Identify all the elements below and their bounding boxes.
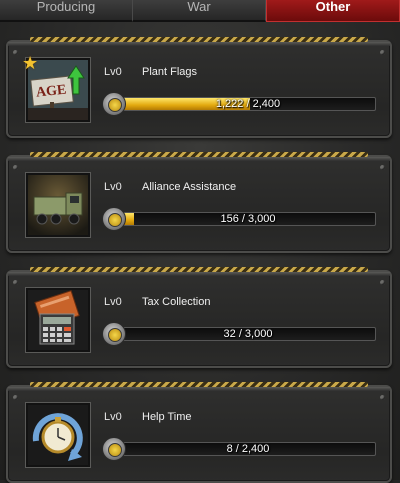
card-trim — [8, 157, 390, 161]
calculator-icon — [25, 287, 91, 353]
tab-war[interactable]: War — [133, 0, 266, 22]
task-card-alliance-assistance[interactable]: Lv0 Alliance Assistance 156 / 3,000 — [6, 152, 392, 253]
medal-icon — [102, 92, 126, 116]
rivet — [13, 50, 18, 55]
billboard-logo-text: AGE — [35, 83, 67, 101]
star-icon: ★ — [22, 53, 39, 73]
card-trim — [8, 272, 390, 276]
progress-text: 32 / 3,000 — [223, 328, 273, 340]
level-label: Lv0 — [104, 411, 122, 423]
medal-icon — [102, 207, 126, 231]
task-card-plant-flags[interactable]: ★ AGE Lv0 Plant Flags 1,222 / 2,400 — [6, 37, 392, 138]
rivet — [380, 280, 385, 285]
rivet — [13, 165, 18, 170]
card-trim — [8, 42, 390, 46]
medal-icon — [102, 437, 126, 461]
progress-bar: 8 / 2,400 — [120, 442, 376, 456]
level-label: Lv0 — [104, 296, 122, 308]
progress-bar: 32 / 3,000 — [120, 327, 376, 341]
task-title: Plant Flags — [142, 66, 198, 78]
rivet — [13, 280, 18, 285]
armored-truck-icon — [25, 172, 91, 238]
progress-text: 156 / 3,000 — [220, 213, 276, 225]
task-card-tax-collection[interactable]: Lv0 Tax Collection 32 / 3,000 — [6, 267, 392, 368]
medal-icon — [102, 322, 126, 346]
level-label: Lv0 — [104, 66, 122, 78]
tab-producing[interactable]: Producing — [0, 0, 133, 22]
rivet — [380, 50, 385, 55]
task-card-help-time[interactable]: Lv0 Help Time 8 / 2,400 — [6, 382, 392, 483]
tab-bar: Producing War Other — [0, 0, 400, 22]
level-label: Lv0 — [104, 181, 122, 193]
card-trim — [8, 387, 390, 391]
task-title: Help Time — [142, 411, 192, 423]
tab-other[interactable]: Other — [266, 0, 400, 22]
task-title: Alliance Assistance — [142, 181, 237, 193]
pocket-watch-icon — [25, 402, 91, 468]
progress-bar: 1,222 / 2,400 — [120, 97, 376, 111]
task-title: Tax Collection — [142, 296, 211, 308]
progress-text: 1,222 / 2,400 — [215, 98, 281, 110]
rivet — [380, 395, 385, 400]
rivet — [13, 395, 18, 400]
progress-text: 8 / 2,400 — [226, 443, 270, 455]
progress-bar: 156 / 3,000 — [120, 212, 376, 226]
rivet — [380, 165, 385, 170]
